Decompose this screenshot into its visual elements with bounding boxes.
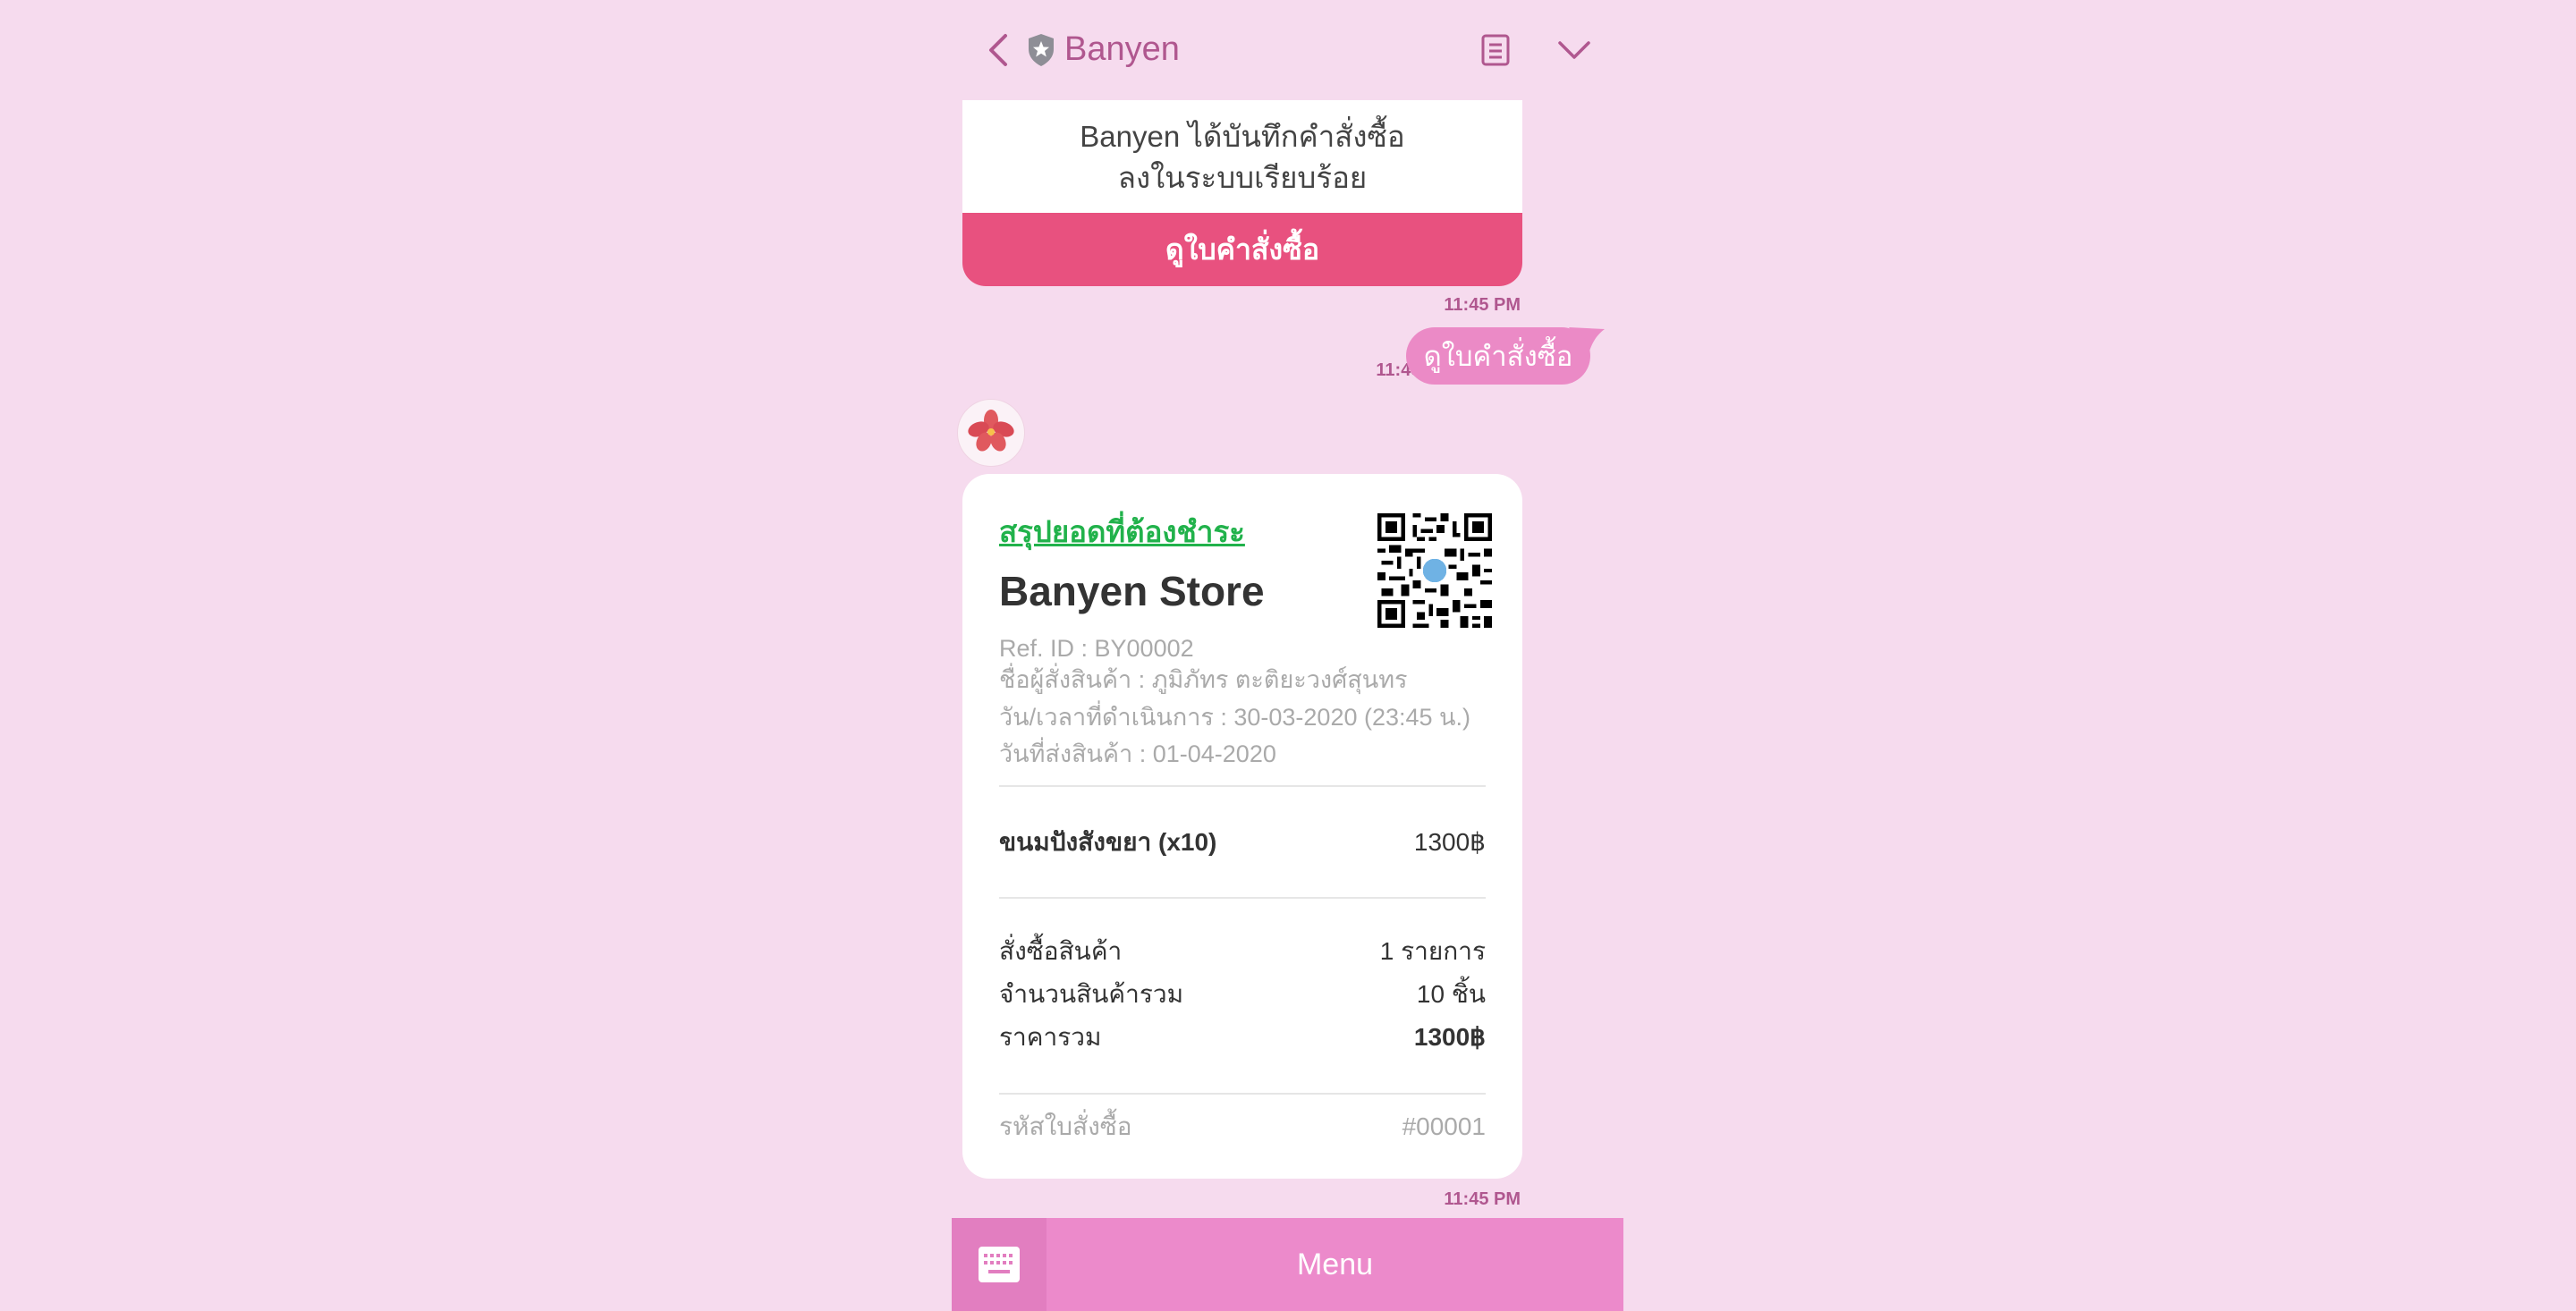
summary-label: ราคารวม <box>999 1023 1102 1051</box>
summary-label: สั่งซื้อสินค้า <box>999 937 1123 965</box>
summary-row: สั่งซื้อสินค้า 1 รายการ <box>999 935 1486 968</box>
summary-value: 1 รายการ <box>1379 937 1486 965</box>
bottom-bar: Menu <box>952 1218 1623 1311</box>
shield-star-icon <box>1029 34 1054 66</box>
divider <box>999 785 1486 787</box>
order-code-row: รหัสใบสั่งซื้อ #00001 <box>999 1111 1486 1143</box>
avatar[interactable] <box>957 399 1025 467</box>
divider <box>999 897 1486 899</box>
back-button[interactable] <box>971 23 1025 77</box>
buyer-name: ชื่อผู้สั่งสินค้า : ภูมิภัทร ตะติยะวงศ์ส… <box>999 666 1408 693</box>
order-item-row: ขนมปังสังขยา (x10) 1300฿ <box>999 826 1486 858</box>
divider <box>999 1093 1486 1095</box>
ship-date: วันที่ส่งสินค้า : 01-04-2020 <box>999 740 1276 767</box>
summary-value: 10 ชิ้น <box>1416 980 1486 1008</box>
ref-id: Ref. ID : BY00002 <box>999 635 1194 662</box>
qr-code-icon[interactable] <box>1377 513 1492 628</box>
order-saved-line2: ลงในระบบเรียบร้อย <box>1117 161 1368 194</box>
processed-datetime: วัน/เวลาที่ดำเนินการ : 30-03-2020 (23:45… <box>999 704 1470 731</box>
chevron-down-icon <box>1558 41 1590 59</box>
summary-row: จำนวนสินค้ารวม 10 ชิ้น <box>999 978 1486 1011</box>
receipt-card: สรุปยอดที่ต้องชำระ Banyen Store Ref. ID … <box>962 474 1522 1179</box>
summary-row: ราคารวม 1300฿ <box>999 1021 1486 1053</box>
payment-summary-link[interactable]: สรุปยอดที่ต้องชำระ <box>999 508 1245 555</box>
notes-button[interactable] <box>1469 23 1522 77</box>
order-saved-text: Banyen ได้บันทึกคำสั่งซื้อ ลงในระบบเรียบ… <box>962 116 1522 199</box>
total-price: 1300฿ <box>1413 1023 1486 1051</box>
keyboard-button[interactable] <box>952 1218 1046 1311</box>
keyboard-icon <box>979 1247 1020 1282</box>
item-name: ขนมปังสังขยา (x10) <box>999 828 1217 856</box>
chat-header: Banyen <box>952 0 1623 100</box>
store-name: Banyen Store <box>999 568 1265 614</box>
chevron-down-button[interactable] <box>1547 23 1601 77</box>
message-timestamp: 11:45 PM <box>1444 295 1521 315</box>
menu-button[interactable]: Menu <box>1046 1218 1623 1311</box>
item-price: 1300฿ <box>1413 828 1486 856</box>
chat-screen: Banyen Banyen ได้บันทึกคำสั่งซื้อ ลงในระ… <box>952 0 1623 1311</box>
view-order-button[interactable]: ดูใบคำสั่งซื้อ <box>962 213 1522 286</box>
flower-logo-icon <box>968 410 1014 452</box>
order-saved-card: Banyen ได้บันทึกคำสั่งซื้อ ลงในระบบเรียบ… <box>962 100 1522 286</box>
message-timestamp: 11:45 PM <box>1444 1189 1521 1209</box>
summary-label: จำนวนสินค้ารวม <box>999 980 1184 1008</box>
chat-title: Banyen <box>1064 30 1180 68</box>
order-saved-line1: Banyen ได้บันทึกคำสั่งซื้อ <box>1080 120 1405 153</box>
order-code-value: #00001 <box>1402 1112 1486 1140</box>
sent-message-bubble[interactable]: ดูใบคำสั่งซื้อ <box>1406 327 1590 385</box>
order-code-label: รหัสใบสั่งซื้อ <box>999 1112 1132 1140</box>
notes-icon <box>1481 34 1510 66</box>
chevron-left-icon <box>989 34 1007 66</box>
